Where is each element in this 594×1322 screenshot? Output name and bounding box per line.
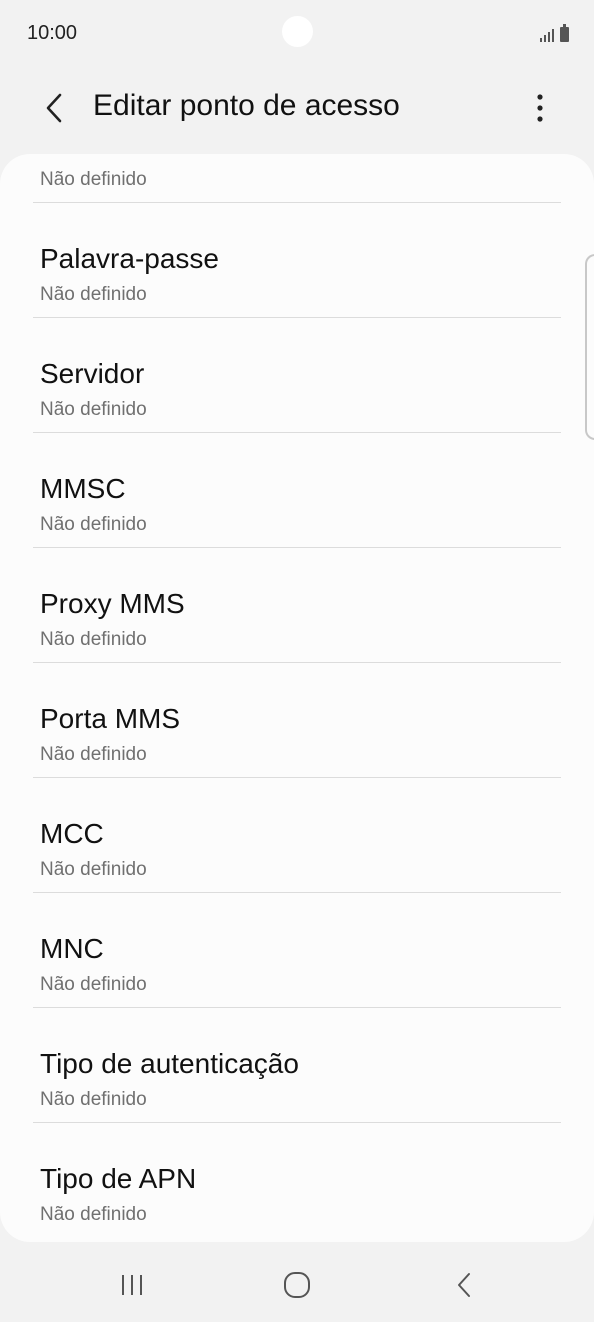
setting-value: Não definido: [40, 1204, 147, 1225]
back-arrow-icon: [46, 93, 62, 123]
signal-icon: [540, 26, 554, 42]
setting-label: MCC: [40, 818, 104, 849]
nav-back-icon: [458, 1273, 470, 1297]
status-icons: [540, 24, 569, 42]
status-time: 10:00: [27, 22, 78, 44]
home-button[interactable]: [267, 1260, 327, 1310]
setting-label: Tipo de APN: [40, 1163, 197, 1194]
setting-value: Não definido: [40, 514, 147, 535]
setting-item-mmsc[interactable]: MMSC Não definido: [0, 433, 594, 548]
setting-value: Não definido: [40, 859, 147, 880]
setting-item-mnc[interactable]: MNC Não definido: [0, 893, 594, 1008]
app-bar: Editar ponto de acesso: [0, 70, 594, 154]
front-camera: [282, 16, 313, 47]
setting-value: Não definido: [40, 744, 147, 765]
battery-icon: [560, 24, 569, 42]
setting-label: Palavra-passe: [40, 243, 219, 274]
setting-item-auth-type[interactable]: Tipo de autenticação Não definido: [0, 1008, 594, 1123]
setting-label: Porta MMS: [40, 703, 181, 734]
back-button[interactable]: [34, 82, 74, 134]
setting-item-mcc[interactable]: MCC Não definido: [0, 778, 594, 893]
nav-back-button[interactable]: [434, 1260, 494, 1310]
setting-value: Não definido: [40, 1089, 147, 1110]
more-options-button[interactable]: [522, 82, 558, 134]
setting-item-server[interactable]: Servidor Não definido: [0, 318, 594, 433]
setting-label: Tipo de autenticação: [40, 1048, 299, 1079]
recents-button[interactable]: [102, 1260, 162, 1310]
setting-value: Não definido: [40, 974, 147, 995]
page-title: Editar ponto de acesso: [93, 89, 400, 122]
setting-item-apn-type[interactable]: Tipo de APN Não definido: [0, 1123, 594, 1238]
status-bar: 10:00: [0, 0, 594, 70]
settings-list: Não definido Palavra-passe Não definido …: [0, 154, 594, 1238]
settings-card: Não definido Palavra-passe Não definido …: [0, 154, 594, 1242]
setting-item-mms-port[interactable]: Porta MMS Não definido: [0, 663, 594, 778]
setting-label: MNC: [40, 933, 104, 964]
setting-label: MMSC: [40, 473, 126, 504]
setting-value: Não definido: [40, 169, 147, 190]
setting-value: Não definido: [40, 284, 147, 305]
recents-icon: [122, 1275, 142, 1295]
setting-item-user[interactable]: Não definido: [0, 154, 594, 203]
setting-item-password[interactable]: Palavra-passe Não definido: [0, 203, 594, 318]
navigation-bar: [0, 1242, 594, 1322]
scrollbar[interactable]: [585, 254, 594, 440]
more-options-icon: [537, 94, 543, 122]
setting-value: Não definido: [40, 399, 147, 420]
setting-label: Proxy MMS: [40, 588, 185, 619]
setting-item-mms-proxy[interactable]: Proxy MMS Não definido: [0, 548, 594, 663]
setting-value: Não definido: [40, 629, 147, 650]
setting-label: Servidor: [40, 358, 145, 389]
home-icon: [284, 1272, 310, 1298]
